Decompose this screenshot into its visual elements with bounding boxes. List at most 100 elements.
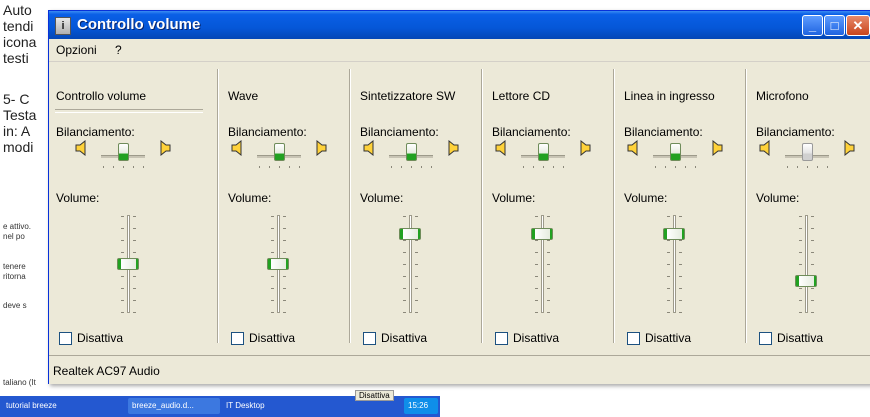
volume-slider-thumb[interactable]: [795, 275, 817, 287]
volume-label: Volume:: [624, 191, 668, 205]
volume-label: Volume:: [228, 191, 272, 205]
mute-checkbox[interactable]: [59, 332, 72, 345]
slider-tick: [113, 166, 114, 168]
slider-tick: [811, 312, 814, 313]
slider-tick: [403, 300, 406, 301]
mute-label[interactable]: Disattiva: [381, 331, 427, 345]
balance-slider-thumb[interactable]: [670, 143, 681, 161]
mute-label[interactable]: Disattiva: [77, 331, 123, 345]
channel-name: Controllo volume: [56, 89, 147, 103]
balance-slider-thumb[interactable]: [274, 143, 285, 161]
slider-tick: [403, 264, 406, 265]
slider-tick: [415, 312, 418, 313]
slider-tick: [679, 252, 682, 253]
background-small-text: ritorna: [3, 272, 26, 281]
balance-slider-thumb[interactable]: [406, 143, 417, 161]
minimize-button[interactable]: _: [802, 15, 823, 36]
slider-tick: [799, 216, 802, 217]
slider-tick: [563, 166, 564, 168]
mute-label[interactable]: Disattiva: [513, 331, 559, 345]
taskbar-toolbar[interactable]: IT Desktop: [222, 398, 276, 414]
slider-tick: [547, 216, 550, 217]
slider-tick: [121, 312, 124, 313]
mute-checkbox[interactable]: [363, 332, 376, 345]
slider-tick: [283, 300, 286, 301]
channel: Sintetizzatore SW Bilanciamento: Volume: Di…: [353, 63, 485, 351]
volume-slider-thumb[interactable]: [117, 258, 139, 270]
mute-label[interactable]: Disattiva: [777, 331, 823, 345]
balance-slider-thumb[interactable]: [118, 143, 129, 161]
slider-tick: [121, 288, 124, 289]
status-text: Realtek AC97 Audio: [53, 364, 160, 378]
slider-tick: [535, 276, 538, 277]
volume-label: Volume:: [756, 191, 800, 205]
mixer-panel: Controllo volume Bilanciamento: Volume: Dis…: [49, 63, 870, 351]
background-text-line: in: A: [3, 123, 31, 139]
slider-tick: [271, 240, 274, 241]
slider-tick: [103, 166, 104, 168]
slider-tick: [553, 166, 554, 168]
slider-tick: [283, 288, 286, 289]
slider-tick: [655, 166, 656, 168]
slider-tick: [695, 166, 696, 168]
background-text-line: testi: [3, 50, 29, 66]
volume-slider-thumb[interactable]: [267, 258, 289, 270]
channel-name: Lettore CD: [492, 89, 551, 103]
balance-slider-thumb[interactable]: [538, 143, 549, 161]
slider-tick: [415, 216, 418, 217]
slider-tick: [667, 276, 670, 277]
slider-tick: [431, 166, 432, 168]
balance-slider-thumb[interactable]: [802, 143, 813, 161]
channel-separator: [349, 69, 351, 343]
slider-tick: [283, 228, 286, 229]
slider-tick: [401, 166, 402, 168]
mute-label[interactable]: Disattiva: [645, 331, 691, 345]
slider-tick: [121, 276, 124, 277]
channel-divider: [55, 109, 203, 113]
status-bar: Realtek AC97 Audio: [49, 355, 870, 384]
balance-label: Bilanciamento:: [360, 125, 439, 139]
balance-label: Bilanciamento:: [228, 125, 307, 139]
channel: Linea in ingresso Bilanciamento: Volume: Di…: [617, 63, 749, 351]
channel: Lettore CD Bilanciamento: Volume: Disattiva: [485, 63, 617, 351]
right-speaker-icon: [445, 139, 459, 157]
slider-tick: [271, 228, 274, 229]
channel-separator: [217, 69, 219, 343]
slider-tick: [799, 264, 802, 265]
left-speaker-icon: [231, 139, 245, 157]
background-text-line: 5- C: [3, 91, 30, 107]
mute-label[interactable]: Disattiva: [249, 331, 295, 345]
slider-tick: [271, 276, 274, 277]
volume-slider-thumb[interactable]: [531, 228, 553, 240]
mute-checkbox[interactable]: [231, 332, 244, 345]
close-button[interactable]: ✕: [846, 15, 870, 36]
slider-tick: [121, 228, 124, 229]
mute-checkbox[interactable]: [495, 332, 508, 345]
volume-slider-thumb[interactable]: [399, 228, 421, 240]
minimize-icon: _: [808, 18, 817, 33]
title-bar[interactable]: i Controllo volume _ □ ✕: [49, 11, 870, 39]
menu-options[interactable]: Opzioni: [56, 43, 97, 57]
slider-tick: [679, 276, 682, 277]
slider-tick: [547, 312, 550, 313]
volume-slider-track[interactable]: [805, 215, 808, 313]
slider-tick: [133, 240, 136, 241]
slider-tick: [811, 288, 814, 289]
mute-checkbox[interactable]: [759, 332, 772, 345]
background-text-line: Auto: [3, 2, 32, 18]
slider-tick: [799, 240, 802, 241]
menu-help[interactable]: ?: [115, 43, 122, 57]
volume-slider-thumb[interactable]: [663, 228, 685, 240]
slider-tick: [811, 216, 814, 217]
slider-tick: [121, 252, 124, 253]
maximize-button[interactable]: □: [824, 15, 845, 36]
slider-tick: [535, 240, 538, 241]
slider-tick: [121, 216, 124, 217]
slider-tick: [667, 216, 670, 217]
slider-tick: [797, 166, 798, 168]
taskbar-button[interactable]: tutorial breeze: [2, 398, 86, 414]
taskbar-button[interactable]: breeze_audio.d...: [128, 398, 220, 414]
window-title: Controllo volume: [77, 16, 201, 33]
mute-checkbox[interactable]: [627, 332, 640, 345]
slider-tick: [679, 288, 682, 289]
